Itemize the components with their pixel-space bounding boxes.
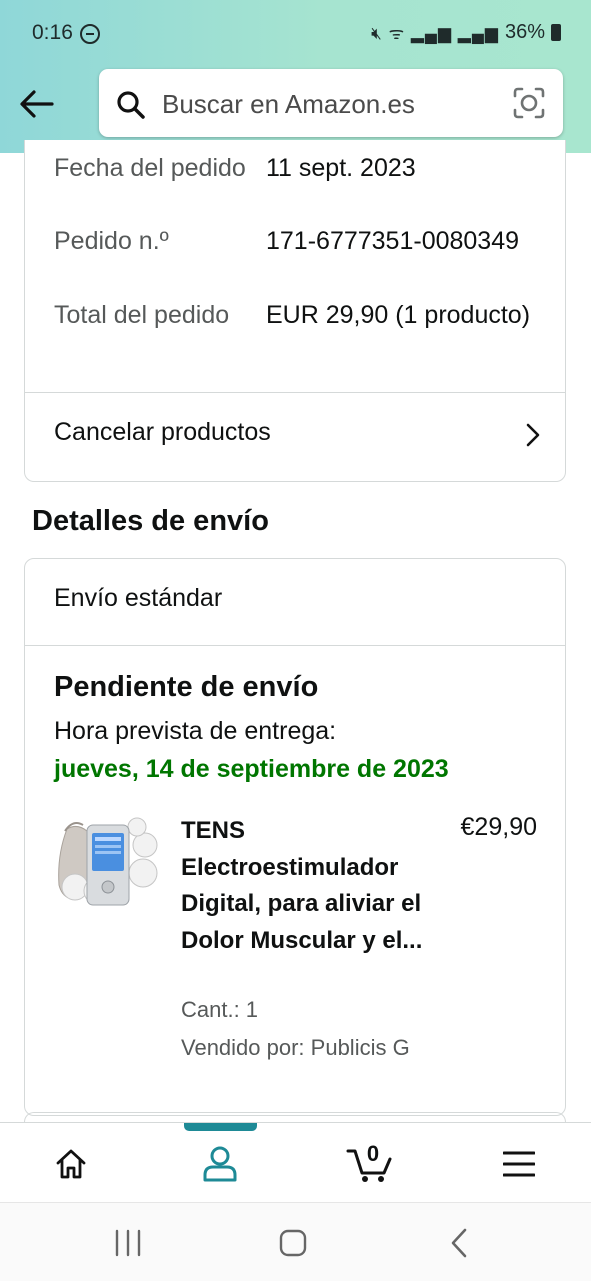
- search-icon: [115, 89, 147, 126]
- account-icon: [202, 1145, 238, 1188]
- order-summary-card: Fecha del pedido 11 sept. 2023 Pedido n.…: [24, 140, 566, 482]
- product-image[interactable]: [53, 815, 161, 909]
- recent-apps-button[interactable]: [98, 1223, 158, 1263]
- product-price: €29,90: [460, 813, 537, 841]
- nav-account-button[interactable]: [170, 1123, 270, 1203]
- home-system-button[interactable]: [263, 1223, 323, 1263]
- delivery-estimate-date: jueves, 14 de septiembre de 2023: [54, 755, 449, 783]
- order-date-label: Fecha del pedido: [54, 154, 246, 182]
- nav-home-button[interactable]: [21, 1123, 121, 1203]
- do-not-disturb-icon: [80, 24, 100, 44]
- product-title-link[interactable]: TENS Electroestimulador Digital, para al…: [181, 813, 441, 959]
- nav-cart-button[interactable]: 0: [322, 1123, 422, 1203]
- back-system-button[interactable]: [430, 1223, 490, 1263]
- home-icon: [54, 1147, 88, 1186]
- battery-icon: [551, 24, 561, 41]
- shipment-status-title: Pendiente de envío: [54, 671, 319, 703]
- status-time: 0:16: [32, 21, 73, 44]
- back-arrow-icon[interactable]: [18, 86, 56, 122]
- cart-icon: [346, 1147, 392, 1188]
- camera-scan-icon[interactable]: [513, 87, 545, 124]
- app-header: 0:16 🔇︎ ᯤ ▂▄▆ ▂▄▆ 36%: [0, 0, 591, 153]
- chevron-right-icon: [525, 422, 541, 453]
- order-total-label: Total del pedido: [54, 301, 230, 329]
- search-input[interactable]: [160, 81, 494, 127]
- order-number-label: Pedido n.º: [54, 227, 169, 255]
- bottom-navigation: 0: [0, 1122, 591, 1203]
- system-navigation-bar: [0, 1202, 591, 1281]
- shipping-card: Envío estándar Pendiente de envío Hora p…: [24, 558, 566, 1116]
- divider: [25, 645, 565, 646]
- menu-icon: [502, 1151, 536, 1182]
- search-bar[interactable]: [99, 69, 563, 137]
- shipping-method: Envío estándar: [54, 584, 223, 612]
- order-date-value: 11 sept. 2023: [266, 154, 416, 182]
- shipping-details-title: Detalles de envío: [32, 505, 269, 537]
- status-right: 🔇︎ ᯤ ▂▄▆ ▂▄▆ 36%: [371, 21, 561, 44]
- product-seller: Vendido por: Publicis G: [181, 1035, 410, 1060]
- cancel-products-button[interactable]: Cancelar productos: [25, 392, 565, 480]
- delivery-estimate-label: Hora prevista de entrega:: [54, 717, 337, 745]
- nav-menu-button[interactable]: [469, 1123, 569, 1203]
- order-number-value: 171-6777351-0080349: [266, 227, 520, 255]
- status-bar: 0:16 🔇︎ ᯤ ▂▄▆ ▂▄▆ 36%: [0, 0, 591, 70]
- signal-icons: 🔇︎ ᯤ ▂▄▆ ▂▄▆: [371, 24, 499, 43]
- cancel-products-label: Cancelar productos: [54, 418, 271, 446]
- battery-percent: 36%: [504, 21, 545, 43]
- product-quantity: Cant.: 1: [181, 997, 259, 1022]
- order-total-value: EUR 29,90 (1 producto): [266, 301, 531, 329]
